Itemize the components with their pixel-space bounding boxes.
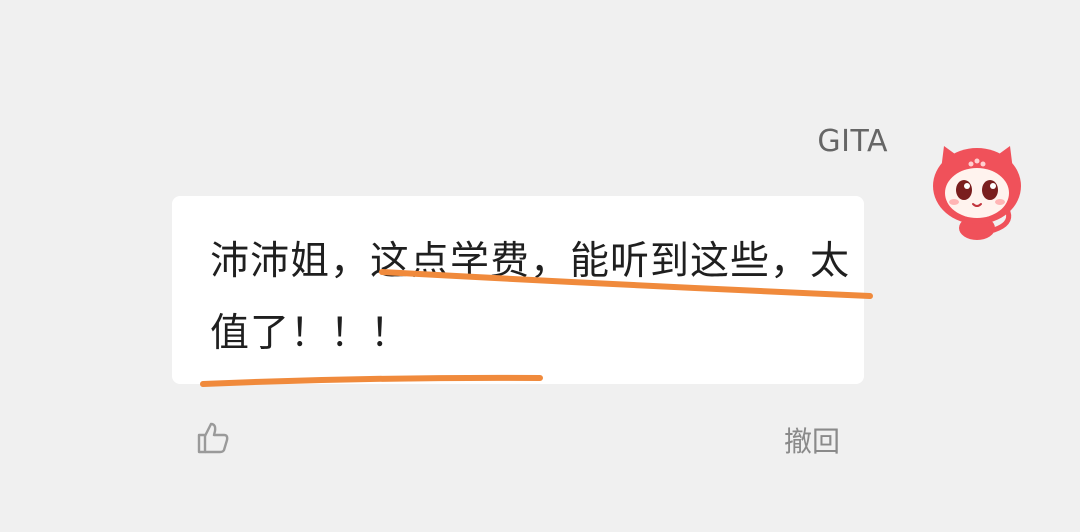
username: GITA (817, 124, 888, 159)
message-bubble[interactable]: 沛沛姐，这点学费，能听到这些，太值了！！！ (172, 196, 864, 384)
thumbs-up-icon[interactable] (195, 420, 231, 456)
message-text: 沛沛姐，这点学费，能听到这些，太值了！！！ (210, 239, 851, 356)
recall-button[interactable]: 撤回 (784, 420, 840, 460)
avatar[interactable] (922, 140, 1032, 240)
